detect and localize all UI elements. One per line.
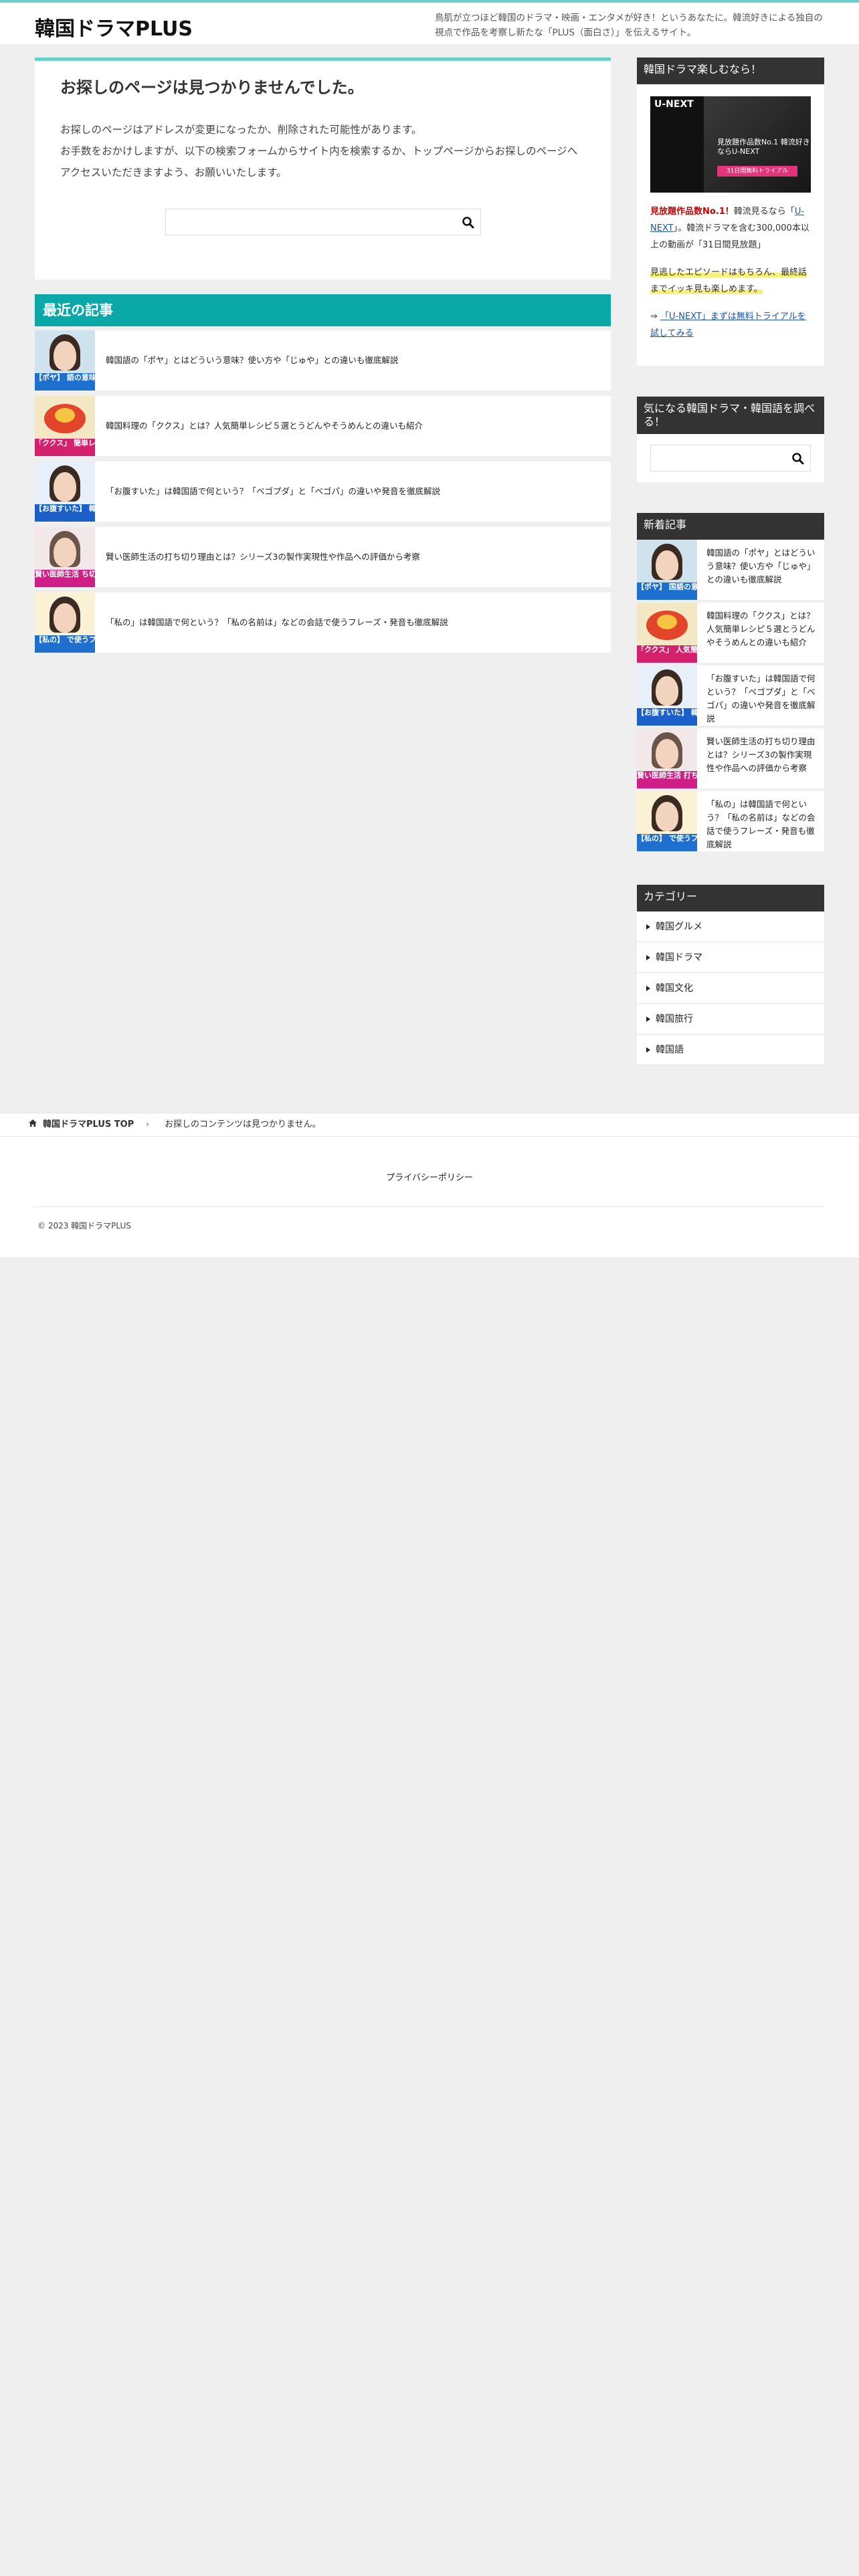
- sidebar-search-input[interactable]: [651, 445, 810, 471]
- post-title[interactable]: 「私の」は韓国語で何という？「私の名前は」などの会話で使うフレーズ・発音も徹底解…: [697, 791, 824, 851]
- breadcrumb-home-label: 韓国ドラマPLUS TOP: [43, 1119, 134, 1130]
- privacy-policy-link[interactable]: プライバシーポリシー: [0, 1170, 859, 1183]
- sidebar-search-form: [650, 445, 811, 471]
- site-header: 韓国ドラマPLUS 鳥肌が立つほど韓国のドラマ・映画・エンタメが好き！というあな…: [0, 0, 859, 44]
- breadcrumb: 韓国ドラマPLUS TOP › お探しのコンテンツは見つかりません。: [0, 1113, 859, 1137]
- unext-text-b: 」。韓流ドラマを含む300,000本以上の動画が「31日間見放題」: [650, 223, 809, 250]
- widget-title: カテゴリー: [637, 885, 824, 911]
- recent-post-item[interactable]: 【ポヤ】 語の意味と使い 韓国語の「ポヤ」とはどういう意味？使い方や「じゅや」と…: [35, 330, 611, 391]
- widget-title: 韓国ドラマ楽しむなら！: [637, 58, 824, 84]
- breadcrumb-current: お探しのコンテンツは見つかりません。: [165, 1119, 321, 1130]
- recent-posts-heading: 最近の記事: [35, 294, 611, 326]
- page-title: お探しのページは見つかりませんでした。: [60, 78, 364, 97]
- unext-marked-text: 見逃したエピソードはもちろん、最終話までイッキ見も楽しめます。: [650, 267, 807, 294]
- breadcrumb-home[interactable]: 韓国ドラマPLUS TOP: [28, 1113, 134, 1136]
- category-item[interactable]: 韓国語: [637, 1035, 824, 1065]
- post-thumbnail: 賢い医師生活 ち切り理由を考: [35, 527, 95, 587]
- unext-logo: U-NEXT: [654, 99, 694, 110]
- recent-post-item[interactable]: 「ククス」 簡単レシピ5 韓国料理の「ククス」とは？人気簡単レシピ５選とうどんや…: [35, 396, 611, 456]
- new-post-item[interactable]: 「ククス」 人気簡単レシピ5 韓国料理の「ククス」とは？人気簡単レシピ５選とうど…: [637, 603, 824, 665]
- widget-title: 気になる韓国ドラマ・韓国語を調べる！: [637, 397, 824, 434]
- sidebar: 韓国ドラマ楽しむなら！ U-NEXT 見放題作品数No.1 韓流好きならU-NE…: [637, 58, 824, 1096]
- site-logo[interactable]: 韓国ドラマPLUS: [35, 12, 193, 41]
- post-title[interactable]: 「お腹すいた」は韓国語で何という？「ベゴプダ」と「ベゴパ」の違いや発音を徹底解説: [697, 665, 824, 726]
- new-post-item[interactable]: 【お腹すいた】 韓国語で言 「お腹すいた」は韓国語で何という？「ベゴプダ」と「ベ…: [637, 665, 824, 728]
- not-found-message-2: お手数をおかけしますが、以下の検索フォームからサイト内を検索するか、トップページ…: [60, 145, 578, 179]
- footer-divider: [35, 1206, 824, 1207]
- post-thumbnail: 賢い医師生活 打ち切り理由を考: [637, 728, 697, 788]
- post-title[interactable]: 「私の」は韓国語で何という？「私の名前は」などの会話で使うフレーズ・発音も徹底解…: [95, 616, 448, 629]
- new-post-item[interactable]: 【私の】 で使うフレーズ・ 「私の」は韓国語で何という？「私の名前は」などの会話…: [637, 791, 824, 854]
- not-found-panel: お探しのページは見つかりませんでした。 お探しのページはアドレスが変更になったか…: [35, 58, 611, 280]
- unext-description: 見放題作品数No.1！韓流見るなら「U-NEXT」。韓流ドラマを含む300,00…: [650, 203, 811, 342]
- search-form: [165, 209, 481, 235]
- unext-widget: 韓国ドラマ楽しむなら！ U-NEXT 見放題作品数No.1 韓流好きならU-NE…: [637, 58, 824, 366]
- search-input[interactable]: [165, 209, 480, 235]
- post-thumbnail: 【私の】 で使うフレーズ・: [35, 593, 95, 653]
- category-item[interactable]: 韓国文化: [637, 973, 824, 1004]
- post-thumbnail: 【ポヤ】 国語の意味と使い: [637, 540, 697, 600]
- chevron-right-icon: ›: [146, 1119, 150, 1130]
- post-title[interactable]: 賢い医師生活の打ち切り理由とは？シリーズ3の製作実現性や作品への評価から考察: [95, 550, 420, 564]
- category-list: 韓国グルメ 韓国ドラマ 韓国文化 韓国旅行 韓国語: [637, 911, 824, 1065]
- new-posts-widget: 新着記事 【ポヤ】 国語の意味と使い 韓国語の「ポヤ」とはどういう意味？使い方や…: [637, 513, 824, 854]
- category-item[interactable]: 韓国グルメ: [637, 911, 824, 942]
- sidebar-search-button[interactable]: [790, 451, 806, 467]
- site-tagline: 鳥肌が立つほど韓国のドラマ・映画・エンタメが好き！というあなたに。韓流好きによる…: [435, 13, 823, 38]
- site-footer: プライバシーポリシー © 2023 韓国ドラマPLUS: [0, 1137, 859, 1257]
- unext-banner[interactable]: U-NEXT 見放題作品数No.1 韓流好きならU-NEXT 31日間無料トライ…: [650, 96, 811, 193]
- new-post-item[interactable]: 【ポヤ】 国語の意味と使い 韓国語の「ポヤ」とはどういう意味？使い方や「じゅや」…: [637, 540, 824, 603]
- banner-promo-text: 見放題作品数No.1 韓流好きならU-NEXT: [717, 138, 810, 156]
- category-item[interactable]: 韓国旅行: [637, 1004, 824, 1035]
- category-item[interactable]: 韓国ドラマ: [637, 942, 824, 973]
- search-widget: 気になる韓国ドラマ・韓国語を調べる！: [637, 397, 824, 482]
- main-content: お探しのページは見つかりませんでした。 お探しのページはアドレスが変更になったか…: [35, 58, 611, 658]
- unext-trial-link[interactable]: 「U-NEXT」まずは無料トライアルを試してみる: [650, 312, 806, 338]
- banner-trial-button: 31日間無料トライアル: [717, 166, 797, 177]
- post-thumbnail: 【ポヤ】 語の意味と使い: [35, 330, 95, 391]
- categories-widget: カテゴリー 韓国グルメ 韓国ドラマ 韓国文化 韓国旅行 韓国語: [637, 885, 824, 1065]
- post-title[interactable]: 韓国語の「ポヤ」とはどういう意味？使い方や「じゅや」との違いも徹底解説: [95, 354, 398, 367]
- recent-post-item[interactable]: 【お腹すいた】 韓国語で言う 「お腹すいた」は韓国語で何という？「ベゴプダ」と「…: [35, 461, 611, 522]
- post-thumbnail: 【お腹すいた】 韓国語で言: [637, 665, 697, 726]
- recent-posts-list: 【ポヤ】 語の意味と使い 韓国語の「ポヤ」とはどういう意味？使い方や「じゅや」と…: [35, 330, 611, 653]
- new-post-item[interactable]: 賢い医師生活 打ち切り理由を考 賢い医師生活の打ち切り理由とは？シリーズ3の製作…: [637, 728, 824, 791]
- post-thumbnail: 【私の】 で使うフレーズ・: [637, 791, 697, 851]
- post-title[interactable]: 「お腹すいた」は韓国語で何という？「ベゴプダ」と「ベゴパ」の違いや発音を徹底解説: [95, 485, 440, 498]
- search-icon: [792, 453, 804, 465]
- recent-post-item[interactable]: 賢い医師生活 ち切り理由を考 賢い医師生活の打ち切り理由とは？シリーズ3の製作実…: [35, 527, 611, 587]
- unext-text-a: 韓流見るなら「: [733, 207, 795, 217]
- post-title[interactable]: 韓国料理の「ククス」とは？人気簡単レシピ５選とうどんやそうめんとの違いも紹介: [697, 603, 824, 663]
- post-title[interactable]: 賢い医師生活の打ち切り理由とは？シリーズ3の製作実現性や作品への評価から考察: [697, 728, 824, 788]
- post-thumbnail: 【お腹すいた】 韓国語で言う: [35, 461, 95, 522]
- search-button[interactable]: [460, 215, 476, 231]
- post-title[interactable]: 韓国語の「ポヤ」とはどういう意味？使い方や「じゅや」との違いも徹底解説: [697, 540, 824, 600]
- unext-highlight: 見放題作品数No.1！: [650, 207, 734, 217]
- post-thumbnail: 「ククス」 人気簡単レシピ5: [637, 603, 697, 663]
- copyright: © 2023 韓国ドラマPLUS: [37, 1221, 131, 1230]
- arrow-text: ⇒: [650, 312, 658, 322]
- search-icon: [462, 217, 474, 229]
- widget-title: 新着記事: [637, 513, 824, 540]
- recent-post-item[interactable]: 【私の】 で使うフレーズ・ 「私の」は韓国語で何という？「私の名前は」などの会話…: [35, 593, 611, 653]
- home-icon: [29, 1119, 37, 1127]
- post-thumbnail: 「ククス」 簡単レシピ5: [35, 396, 95, 456]
- post-title[interactable]: 韓国料理の「ククス」とは？人気簡単レシピ５選とうどんやそうめんとの違いも紹介: [95, 419, 423, 433]
- not-found-message-1: お探しのページはアドレスが変更になったか、削除された可能性があります。: [60, 124, 422, 136]
